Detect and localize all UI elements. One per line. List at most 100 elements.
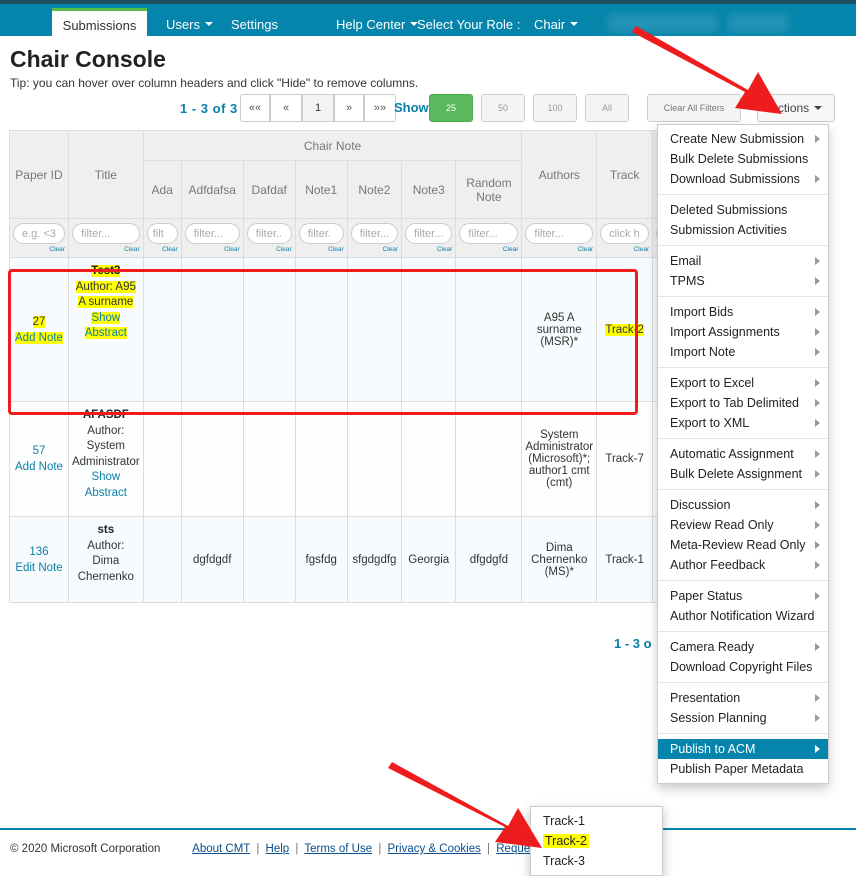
filter-input-note2[interactable]: filter... <box>351 223 398 244</box>
menu-item-email[interactable]: Email <box>658 251 828 271</box>
menu-item-import-assignments[interactable]: Import Assignments <box>658 322 828 342</box>
abstract-link[interactable]: Abstract <box>85 327 127 339</box>
paper-id-value[interactable]: 57 <box>33 445 46 457</box>
filter-input-authors[interactable]: filter... <box>525 223 593 244</box>
filter-input-track[interactable]: click h <box>600 223 649 244</box>
menu-item-export-to-excel[interactable]: Export to Excel <box>658 373 828 393</box>
menu-item-paper-status[interactable]: Paper Status <box>658 586 828 606</box>
footer-separator: | <box>295 843 298 855</box>
nav-tab-help-center[interactable]: Help Center <box>322 8 432 40</box>
edit-note-link[interactable]: Edit Note <box>15 562 62 574</box>
menu-item-create-new-submission[interactable]: Create New Submission <box>658 129 828 149</box>
menu-item-presentation[interactable]: Presentation <box>658 688 828 708</box>
col-random-note[interactable]: Random Note <box>456 161 522 219</box>
filter-input-paper-id[interactable]: e.g. <3 <box>13 223 65 244</box>
filter-input-ada[interactable]: filt <box>147 223 178 244</box>
menu-item-deleted-submissions[interactable]: Deleted Submissions <box>658 200 828 220</box>
add-note-link[interactable]: Add Note <box>15 461 63 473</box>
filter-input-note3[interactable]: filter... <box>405 223 452 244</box>
submenu-item-track-1[interactable]: Track-1 <box>531 811 662 831</box>
submenu-item-track-3[interactable]: Track-3 <box>531 851 662 871</box>
pager-prev[interactable]: « <box>270 94 302 122</box>
menu-item-export-to-tab-delimited[interactable]: Export to Tab Delimited <box>658 393 828 413</box>
col-dafdaf[interactable]: Dafdaf <box>243 161 295 219</box>
menu-item-tpms[interactable]: TPMS <box>658 271 828 291</box>
menu-item-automatic-assignment[interactable]: Automatic Assignment <box>658 444 828 464</box>
footer-link-help[interactable]: Help <box>266 843 290 855</box>
show-100-button[interactable]: 100 <box>533 94 577 122</box>
col-note3[interactable]: Note3 <box>402 161 456 219</box>
menu-item-submission-activities[interactable]: Submission Activities <box>658 220 828 240</box>
menu-item-session-planning[interactable]: Session Planning <box>658 708 828 728</box>
menu-item-bulk-delete-assignment[interactable]: Bulk Delete Assignment <box>658 464 828 484</box>
show-link[interactable]: Show <box>91 312 120 324</box>
clear-filter-note3[interactable]: Clear <box>405 246 452 253</box>
submenu-item-track-2[interactable]: Track-2 <box>531 831 662 851</box>
filter-input-adfdafsa[interactable]: filter... <box>185 223 240 244</box>
pager-next[interactable]: » <box>334 94 364 122</box>
footer-link-terms-of-use[interactable]: Terms of Use <box>304 843 372 855</box>
show-25-button[interactable]: 25 <box>429 94 473 122</box>
col-title[interactable]: Title <box>68 131 143 219</box>
table-row[interactable]: 27 Add Note Test3 Author: A95 A surname … <box>10 258 727 402</box>
col-note2[interactable]: Note2 <box>347 161 401 219</box>
clear-all-filters-button[interactable]: Clear All Filters <box>647 94 741 122</box>
menu-item-camera-ready[interactable]: Camera Ready <box>658 637 828 657</box>
col-note1[interactable]: Note1 <box>295 161 347 219</box>
pager-page-1[interactable]: 1 <box>302 94 334 122</box>
show-link[interactable]: Show <box>72 470 140 486</box>
filter-input-title[interactable]: filter... <box>72 223 140 244</box>
menu-item-bulk-delete-submissions[interactable]: Bulk Delete Submissions <box>658 149 828 169</box>
menu-item-discussion[interactable]: Discussion <box>658 495 828 515</box>
filter-input-random-note[interactable]: filter... <box>459 223 518 244</box>
filter-input-note1[interactable]: filter. <box>299 223 344 244</box>
footer-link-about-cmt[interactable]: About CMT <box>192 843 250 855</box>
clear-filter-note1[interactable]: Clear <box>299 246 344 253</box>
show-50-button[interactable]: 50 <box>481 94 525 122</box>
role-dropdown-chair[interactable]: Chair <box>534 8 578 40</box>
chevron-right-icon <box>815 348 820 356</box>
filter-input-dafdaf[interactable]: filter.. <box>247 223 292 244</box>
menu-item-publish-to-acm[interactable]: Publish to ACM <box>658 739 828 759</box>
nav-tab-settings[interactable]: Settings <box>217 8 292 40</box>
abstract-link[interactable]: Abstract <box>72 486 140 502</box>
col-authors[interactable]: Authors <box>522 131 597 219</box>
menu-item-import-note[interactable]: Import Note <box>658 342 828 362</box>
clear-filter-track[interactable]: Clear <box>600 246 649 253</box>
clear-filter-title[interactable]: Clear <box>72 246 140 253</box>
col-paper-id[interactable]: Paper ID <box>10 131 69 219</box>
chevron-right-icon <box>815 308 820 316</box>
menu-item-import-bids[interactable]: Import Bids <box>658 302 828 322</box>
chevron-right-icon <box>815 277 820 285</box>
nav-tab-users[interactable]: Users <box>152 8 227 40</box>
add-note-link[interactable]: Add Note <box>15 332 63 344</box>
nav-tab-submissions[interactable]: Submissions <box>52 8 147 40</box>
menu-item-author-notification-wizard[interactable]: Author Notification Wizard <box>658 606 828 626</box>
clear-filter-note2[interactable]: Clear <box>351 246 398 253</box>
clear-filter-adfdafsa[interactable]: Clear <box>185 246 240 253</box>
menu-item-download-submissions[interactable]: Download Submissions <box>658 169 828 189</box>
menu-item-author-feedback[interactable]: Author Feedback <box>658 555 828 575</box>
menu-item-publish-paper-metadata[interactable]: Publish Paper Metadata <box>658 759 828 779</box>
clear-filter-authors[interactable]: Clear <box>525 246 593 253</box>
clear-filter-dafdaf[interactable]: Clear <box>247 246 292 253</box>
table-row[interactable]: 136 Edit Note sts Author: Dima Chernenko… <box>10 517 727 603</box>
actions-button[interactable]: Actions <box>757 94 835 122</box>
table-header-group-row: Paper ID Title Chair Note Authors Track … <box>10 131 727 161</box>
menu-item-download-copyright-files[interactable]: Download Copyright Files <box>658 657 828 677</box>
menu-item-review-read-only[interactable]: Review Read Only <box>658 515 828 535</box>
clear-filter-ada[interactable]: Clear <box>147 246 178 253</box>
col-track[interactable]: Track <box>597 131 653 219</box>
menu-item-meta-review-read-only[interactable]: Meta-Review Read Only <box>658 535 828 555</box>
table-row[interactable]: 57 Add Note AFASDF Author: System Admini… <box>10 402 727 517</box>
paper-id-value[interactable]: 136 <box>29 546 48 558</box>
clear-filter-random-note[interactable]: Clear <box>459 246 518 253</box>
pager-first[interactable]: «« <box>240 94 270 122</box>
col-ada[interactable]: Ada <box>143 161 181 219</box>
col-adfdafsa[interactable]: Adfdafsa <box>181 161 243 219</box>
pager-last[interactable]: »» <box>364 94 396 122</box>
show-all-button[interactable]: All <box>585 94 629 122</box>
clear-filter-paper-id[interactable]: Clear <box>13 246 65 253</box>
footer-link-privacy-cookies[interactable]: Privacy & Cookies <box>388 843 481 855</box>
menu-item-export-to-xml[interactable]: Export to XML <box>658 413 828 433</box>
